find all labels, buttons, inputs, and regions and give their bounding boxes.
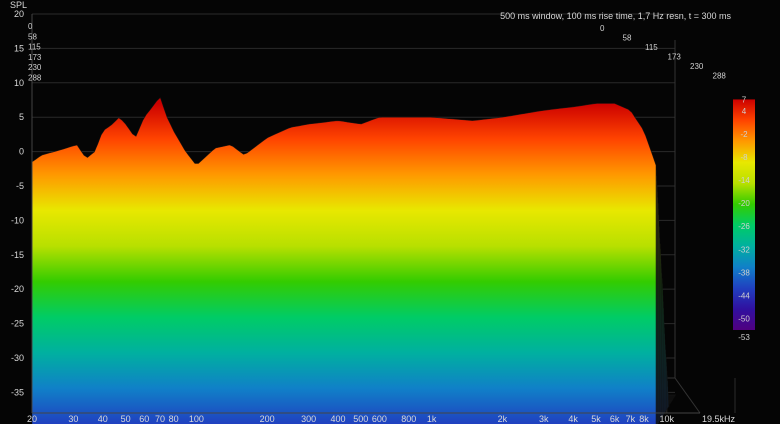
y-tick-label: 0 — [19, 147, 24, 157]
y-tick-label: 5 — [19, 112, 24, 122]
colorbar-tick-label: -14 — [738, 176, 750, 185]
y-tick-label: -30 — [11, 353, 24, 363]
x-tick-label: 70 — [155, 414, 165, 424]
y-tick-label: -10 — [11, 215, 24, 225]
colorbar-tick-label: 4 — [742, 107, 747, 116]
colorbar-tick-label: -2 — [740, 130, 748, 139]
y-tick-label: -35 — [11, 387, 24, 397]
time-tick-label-right: 173 — [668, 53, 682, 62]
waterfall-surface — [31, 96, 676, 424]
y-tick-label: 20 — [14, 9, 24, 19]
time-tick-label-right: 288 — [713, 72, 727, 81]
time-tick-label: 115 — [28, 43, 41, 52]
y-tick-label: 10 — [14, 78, 24, 88]
y-tick-label: -20 — [11, 284, 24, 294]
colorbar-tick-label: -50 — [738, 314, 750, 323]
x-tick-label: 1k — [427, 414, 437, 424]
x-tick-label: 50 — [121, 414, 131, 424]
y-tick-label: -15 — [11, 250, 24, 260]
depth-axis-line — [674, 377, 701, 414]
x-tick-label: 8k — [639, 414, 649, 424]
x-tick-label: 40 — [98, 414, 108, 424]
colorbar: 7 4 -2 -8 -14 -20 -26 -32 -38 -44 -50 -53 — [733, 95, 755, 342]
time-tick-label-right: 58 — [623, 34, 632, 43]
time-tick-label-right: 230 — [690, 62, 704, 71]
colorbar-tick-label: -20 — [738, 199, 750, 208]
colorbar-tick-label: -26 — [738, 222, 750, 231]
x-tick-label: 2k — [498, 414, 508, 424]
y-axis-label: SPL — [10, 0, 27, 10]
x-tick-label: 19.5kHz — [702, 414, 736, 424]
time-tick-label-right: 115 — [645, 43, 658, 52]
waterfall-plot: 20151050-5-10-15-20-25-30-3520 30 40 50 60 70… — [10, 0, 755, 424]
time-tick-label-right: 0 — [600, 24, 605, 33]
colorbar-tick-label: 7 — [742, 95, 747, 104]
x-tick-label: 6k — [610, 414, 620, 424]
time-tick-label: 173 — [28, 53, 42, 62]
x-tick-label: 800 — [401, 414, 416, 424]
x-tick-label: 600 — [372, 414, 387, 424]
x-tick-label: 60 — [139, 414, 149, 424]
x-tick-label: 7k — [626, 414, 636, 424]
time-tick-label: 230 — [28, 63, 42, 72]
colorbar-tick-label: -8 — [740, 153, 748, 162]
colorbar-tick-label: -32 — [738, 245, 750, 254]
y-tick-label: -5 — [16, 181, 24, 191]
x-tick-label: 500 — [353, 414, 368, 424]
x-tick-label: 4k — [568, 414, 578, 424]
colorbar-tick-label: -38 — [738, 268, 750, 277]
colorbar-tick-label: -44 — [738, 291, 750, 300]
time-tick-label: 0 — [28, 22, 33, 31]
y-tick-label: 15 — [14, 43, 24, 53]
waterfall-chart: 20 15 10 5 0 -5 -10 -15 -20 -25 -30 -35 20 30 40 50 60 70… — [0, 0, 780, 424]
y-tick-label: -25 — [11, 319, 24, 329]
x-tick-label: 200 — [260, 414, 275, 424]
x-tick-label: 3k — [539, 414, 549, 424]
x-tick-label: 30 — [68, 414, 78, 424]
x-tick-label: 5k — [591, 414, 601, 424]
waterfall-slice — [31, 96, 657, 424]
x-tick-label: 400 — [330, 414, 345, 424]
time-tick-label: 58 — [28, 32, 37, 41]
time-tick-label: 288 — [28, 74, 42, 83]
colorbar-tick-label: -53 — [738, 333, 750, 342]
chart-title: 500 ms window, 100 ms rise time, 1,7 Hz … — [500, 11, 731, 21]
x-tick-label: 300 — [301, 414, 316, 424]
x-tick-label: 100 — [189, 414, 204, 424]
x-tick-label: 80 — [169, 414, 179, 424]
x-tick-label: 10k — [660, 414, 675, 424]
x-tick-label: 20 — [27, 414, 37, 424]
